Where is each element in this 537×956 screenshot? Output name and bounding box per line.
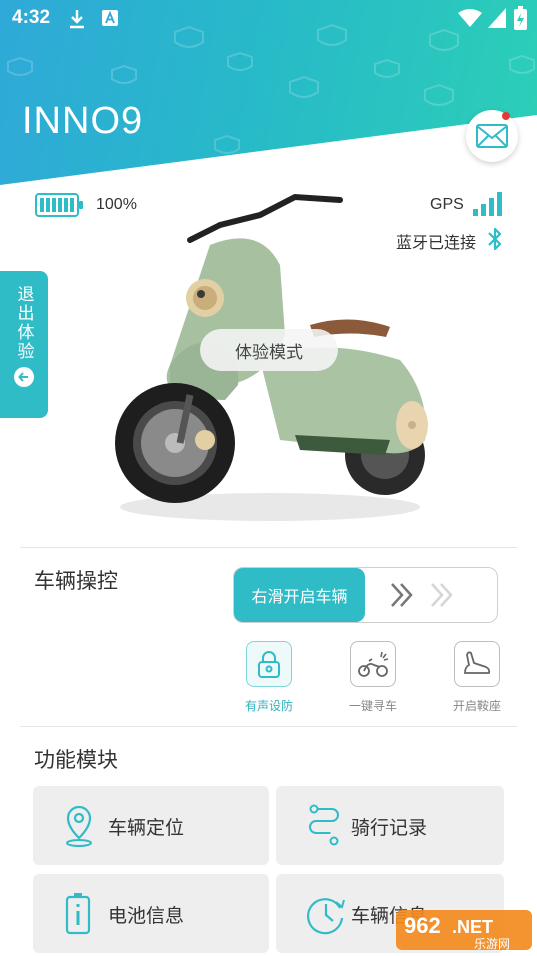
tile-battery-info[interactable]: 电池信息 — [33, 874, 269, 953]
tile-battery-info-label: 电池信息 — [108, 905, 185, 927]
arrow-left-icon — [14, 367, 34, 387]
sound-arm-label: 有声设防 — [244, 699, 293, 713]
wifi-icon — [458, 9, 482, 27]
function-module-title: 功能模块 — [34, 748, 118, 772]
app-title: INNO9 — [22, 100, 144, 142]
open-seat-button[interactable]: 开启鞍座 — [437, 641, 517, 714]
find-vehicle-button[interactable]: 一键寻车 — [333, 641, 413, 714]
svg-text:962: 962 — [404, 913, 441, 938]
svg-text:乐游网: 乐游网 — [474, 937, 510, 951]
message-button[interactable] — [466, 110, 518, 162]
mail-icon — [476, 124, 508, 148]
battery-level-icon — [35, 193, 83, 217]
double-chevron-right-faded-icon — [431, 583, 453, 607]
battery-charging-icon — [514, 6, 527, 30]
tile-ride-history[interactable]: 骑行记录 — [276, 786, 504, 865]
vehicle-control-title: 车辆操控 — [34, 569, 118, 593]
location-pin-icon — [66, 805, 92, 847]
double-chevron-right-icon — [391, 583, 413, 607]
battery-info-icon — [65, 893, 91, 935]
sound-arm-button[interactable]: 有声设防 — [229, 641, 309, 714]
tile-vehicle-location-label: 车辆定位 — [108, 817, 185, 839]
tile-ride-history-label: 骑行记录 — [351, 817, 428, 839]
svg-text:.NET: .NET — [452, 917, 493, 937]
divider — [20, 547, 517, 548]
exit-experience-button[interactable]: 退出体验 — [0, 271, 48, 418]
tile-vehicle-location[interactable]: 车辆定位 — [33, 786, 269, 865]
clock-icon — [307, 898, 345, 935]
divider — [20, 726, 517, 727]
lock-icon — [258, 651, 280, 678]
gps-signal-icon — [473, 192, 502, 216]
watermark-logo: 962 .NET 乐游网 — [396, 910, 532, 951]
bluetooth-icon — [488, 227, 502, 251]
seat-icon — [464, 651, 491, 674]
unread-dot — [502, 112, 510, 120]
status-time: 4:32 — [12, 7, 51, 28]
slider-thumb[interactable]: 右滑开启车辆 — [234, 568, 365, 622]
find-scooter-icon — [358, 651, 389, 677]
route-icon — [309, 804, 339, 846]
open-seat-label: 开启鞍座 — [452, 699, 501, 713]
slide-to-start-slider[interactable]: 右滑开启车辆 — [233, 567, 498, 623]
download-icon — [70, 10, 84, 29]
experience-mode-badge: 体验模式 — [200, 329, 338, 371]
exit-experience-label: 退出体验 — [13, 285, 34, 361]
notification-a-icon — [102, 10, 118, 26]
find-vehicle-label: 一键寻车 — [348, 699, 397, 713]
cell-signal-icon — [488, 8, 506, 28]
status-bar: 4:32 — [0, 0, 537, 38]
